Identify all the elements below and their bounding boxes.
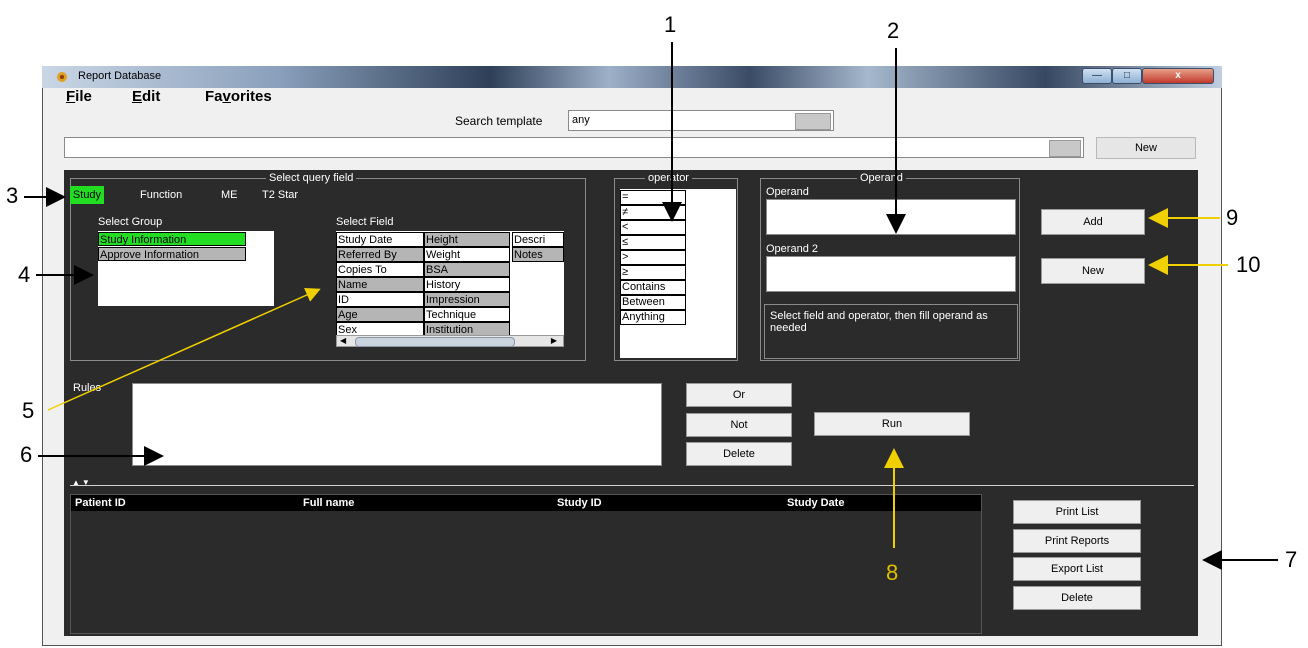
callout-5-arrow bbox=[47, 288, 321, 411]
callout-6: 6 bbox=[20, 442, 33, 467]
callout-1: 1 bbox=[664, 12, 677, 37]
callout-9: 9 bbox=[1226, 205, 1239, 230]
callout-5: 5 bbox=[22, 398, 35, 423]
callout-3: 3 bbox=[6, 183, 19, 208]
callout-2: 2 bbox=[887, 18, 900, 43]
annotation-arrows bbox=[24, 42, 1278, 570]
callout-4: 4 bbox=[18, 262, 31, 287]
callout-10: 10 bbox=[1236, 252, 1261, 277]
callout-7: 7 bbox=[1285, 547, 1298, 572]
callout-8: 8 bbox=[886, 560, 899, 585]
